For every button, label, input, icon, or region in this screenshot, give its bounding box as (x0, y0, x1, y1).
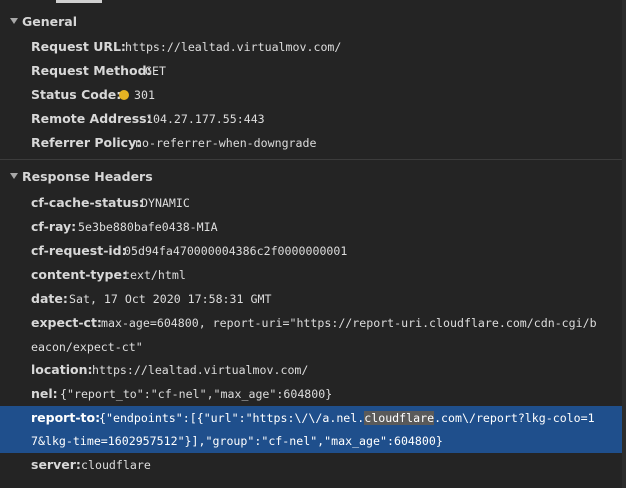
report-to-value-line2: 7&lkg-time=1602957512"}],"group":"cf-nel… (31, 434, 443, 448)
expect-ct-row[interactable]: expect-ct: max-age=604800, report-uri="h… (0, 311, 626, 359)
status-code-value: 301 (134, 88, 155, 102)
devtools-headers-panel: General Request URL: https://lealtad.vir… (0, 0, 626, 488)
nel-value: {"report_to":"cf-nel","max_age":604800} (60, 387, 333, 401)
general-section-title: General (22, 13, 77, 29)
response-headers-section-title: Response Headers (22, 168, 153, 184)
report-to-value-line1: {"endpoints":[{"url":"https:\/\/a.nel.cl… (99, 406, 595, 430)
section-divider (0, 159, 626, 160)
request-url-key: Request URL: (31, 39, 126, 54)
cf-cache-status-value: DYNAMIC (141, 196, 190, 210)
server-key: server: (31, 457, 81, 472)
search-match-highlight: cloudflare (364, 411, 435, 425)
cf-ray-value: 5e3be880bafe0438-MIA (78, 220, 218, 234)
report-to-value-line1-start: {"endpoints":[{"url":"https:\/\/a.nel. (99, 411, 365, 425)
collapse-triangle-icon (10, 173, 18, 179)
report-to-key: report-to: (31, 410, 101, 425)
status-warning-dot-icon (119, 90, 129, 100)
remote-address-key: Remote Address: (31, 111, 152, 126)
location-value: https://lealtad.virtualmov.com/ (92, 363, 309, 377)
status-code-key: Status Code: (31, 87, 122, 102)
collapse-triangle-icon (10, 18, 18, 24)
nel-key: nel: (31, 386, 58, 401)
server-value: cloudflare (81, 458, 151, 472)
referrer-policy-value: no-referrer-when-downgrade (135, 136, 317, 150)
referrer-policy-key: Referrer Policy: (31, 135, 142, 150)
date-key: date: (31, 291, 68, 306)
response-headers-section-header[interactable]: Response Headers (0, 164, 626, 188)
cf-request-id-value: 05d94fa470000004386c2f0000000001 (124, 244, 348, 258)
request-method-key: Request Method: (31, 63, 152, 78)
active-tab-indicator (56, 0, 102, 3)
cf-request-id-key: cf-request-id: (31, 243, 127, 258)
location-key: location: (31, 362, 93, 377)
request-url-value: https://lealtad.virtualmov.com/ (125, 40, 342, 54)
expect-ct-value-line1: max-age=604800, report-uri="https://repo… (101, 316, 597, 330)
content-type-value: text/html (123, 268, 186, 282)
scrollbar-track[interactable] (622, 0, 626, 488)
cf-cache-status-key: cf-cache-status: (31, 195, 144, 210)
expect-ct-key: expect-ct: (31, 315, 102, 330)
report-to-value-line1-end: .com\/report?lkg-colo=1 (434, 411, 595, 425)
content-type-key: content-type: (31, 267, 127, 282)
request-method-value: GET (145, 64, 166, 78)
remote-address-value: 104.27.177.55:443 (146, 112, 265, 126)
expect-ct-value-line2: eacon/expect-ct" (31, 340, 143, 354)
general-section-header[interactable]: General (0, 9, 626, 33)
cf-ray-key: cf-ray: (31, 219, 77, 234)
report-to-row-selected[interactable]: report-to: {"endpoints":[{"url":"https:\… (0, 406, 626, 453)
date-value: Sat, 17 Oct 2020 17:58:31 GMT (69, 292, 272, 306)
